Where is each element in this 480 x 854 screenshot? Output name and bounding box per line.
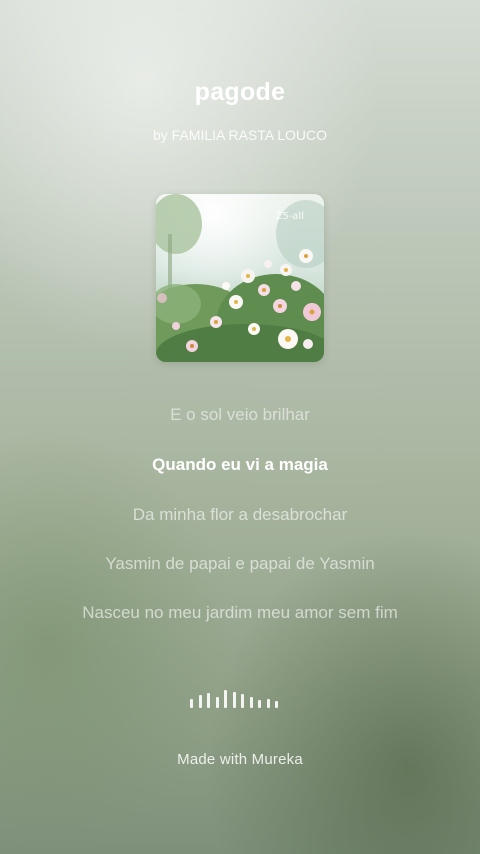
waveform-bar bbox=[198, 695, 202, 708]
waveform-bar bbox=[258, 700, 261, 708]
lyric-line-active: Quando eu vi a magia bbox=[152, 455, 328, 474]
lyric-line: Nasceu no meu jardim meu amor sem fim bbox=[82, 603, 398, 622]
waveform-bar bbox=[190, 699, 193, 708]
waveform-bar bbox=[266, 699, 270, 708]
cover-stamp: Ž5-all bbox=[275, 211, 304, 222]
waveform-bar bbox=[207, 693, 210, 708]
song-title: pagode bbox=[194, 78, 286, 106]
artist-line: by FAMILIA RASTA LOUCO bbox=[152, 127, 327, 143]
lyric-line: E o sol veio brilhar bbox=[170, 405, 310, 424]
lyric-line: Yasmin de papai e papai de Yasmin bbox=[105, 554, 375, 573]
waveform-bar bbox=[249, 697, 253, 708]
waveform-bar bbox=[275, 701, 278, 708]
footer-credit: Made with Mureka bbox=[177, 751, 303, 768]
waveform-bar bbox=[232, 692, 236, 708]
waveform-icon[interactable] bbox=[190, 688, 290, 710]
lyric-line: Da minha flor a desabrochar bbox=[132, 505, 348, 524]
waveform-bar bbox=[224, 690, 227, 708]
waveform-bar bbox=[215, 697, 219, 708]
album-cover: Ž5-all bbox=[156, 194, 324, 362]
waveform-bar bbox=[241, 694, 244, 708]
